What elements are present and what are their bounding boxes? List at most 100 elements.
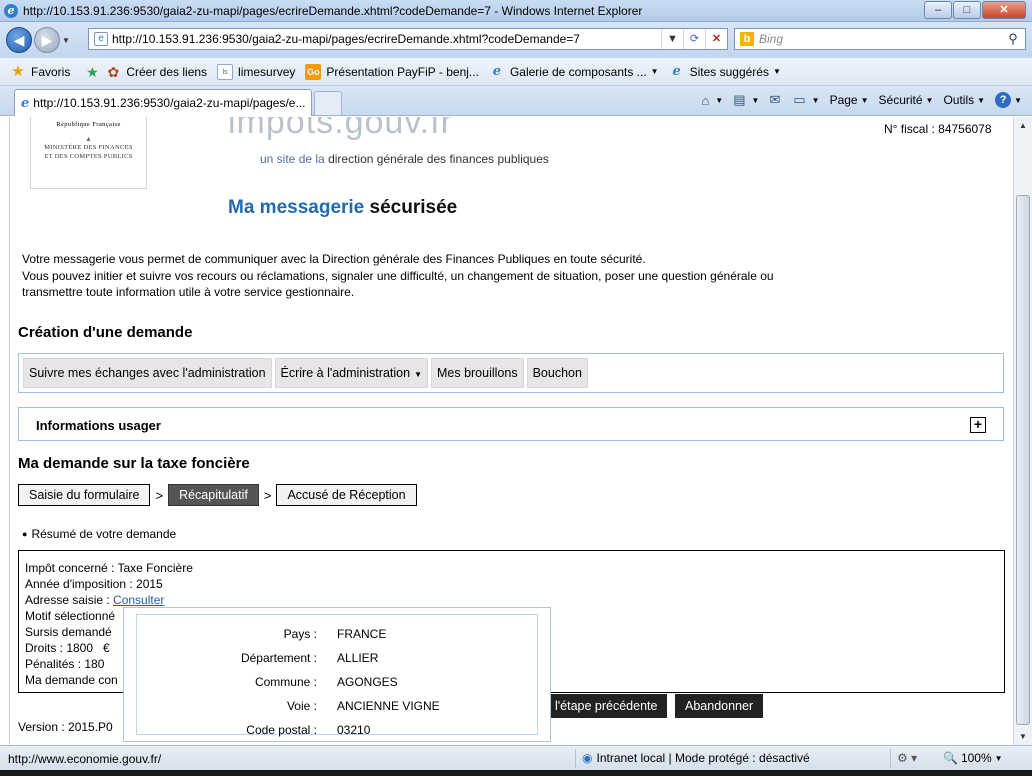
maximize-button[interactable]: □	[953, 1, 981, 19]
page-icon: e	[94, 32, 108, 46]
page-left-edge	[0, 117, 10, 745]
nav-suivre-echanges[interactable]: Suivre mes échanges avec l'administratio…	[23, 358, 272, 388]
popup-row-commune: Commune : AGONGES	[137, 670, 537, 694]
zoom-control[interactable]: 🔍 100% ▼	[943, 751, 1003, 765]
intro-text: Votre messagerie vous permet de communiq…	[22, 251, 922, 301]
favorite-item-creer-liens[interactable]: ★ ✿ Créer des liens	[84, 64, 207, 80]
abandon-button[interactable]: Abandonner	[675, 694, 764, 718]
security-menu[interactable]: Sécurité ▼	[879, 93, 934, 107]
scroll-down-icon[interactable]: ▼	[1014, 728, 1032, 745]
previous-step-button[interactable]: l'étape précédente	[545, 694, 668, 718]
zone-label: Intranet local | Mode protégé : désactiv…	[596, 751, 810, 765]
popup-value: AGONGES	[337, 675, 398, 689]
chevron-down-icon: ▼	[860, 95, 869, 105]
print-button[interactable]: ▭ ▼	[793, 92, 819, 108]
tab-current[interactable]: e http://10.153.91.236:9530/gaia2-zu-map…	[14, 89, 312, 116]
address-url[interactable]: http://10.153.91.236:9530/gaia2-zu-mapi/…	[112, 32, 661, 46]
step-separator: >	[155, 487, 164, 503]
window-controls: – □ ✕	[924, 1, 1026, 19]
chevron-down-icon: ▼	[1014, 95, 1022, 105]
ie-page-icon: e	[21, 95, 30, 111]
flame-icon: ▴	[86, 134, 91, 143]
close-window-button[interactable]: ✕	[982, 1, 1026, 19]
help-icon: ?	[995, 92, 1012, 108]
popup-key: Commune :	[254, 675, 317, 689]
favorite-item-limesurvey[interactable]: ls limesurvey	[217, 63, 295, 80]
popup-key: Code postal :	[246, 723, 317, 737]
popup-key: Pays :	[283, 627, 317, 641]
history-dropdown-icon[interactable]: ▼	[62, 36, 72, 45]
window-titlebar: e http://10.153.91.236:9530/gaia2-zu-map…	[0, 0, 1032, 22]
nav-mes-brouillons[interactable]: Mes brouillons	[430, 358, 524, 388]
chevron-down-icon: ▼	[772, 67, 781, 76]
favorite-item-galerie[interactable]: e Galerie de composants ... ▼	[489, 64, 659, 80]
search-icon[interactable]: ⚲	[1001, 31, 1025, 47]
gear-icon: ✿	[107, 63, 120, 80]
address-popup: Pays : FRANCE Département : ALLIER Commune…	[123, 607, 551, 742]
address-dropdown-icon[interactable]: ▼	[661, 29, 683, 49]
fiscal-number: N° fiscal : 84756078	[884, 122, 992, 136]
refresh-icon[interactable]: ⟳	[683, 29, 705, 49]
expand-plus-icon[interactable]: +	[970, 417, 986, 433]
vertical-scrollbar[interactable]: ▲ ▼	[1013, 117, 1032, 745]
help-menu[interactable]: ? ▼	[995, 92, 1022, 108]
window-title: http://10.153.91.236:9530/gaia2-zu-mapi/…	[23, 3, 643, 18]
popup-key: Département :	[240, 651, 317, 665]
step-recapitulatif[interactable]: Récapitulatif	[168, 484, 259, 506]
step-separator: >	[263, 487, 272, 503]
tools-menu[interactable]: Outils ▼	[943, 93, 985, 107]
site-brand: impots.gouv.fr	[228, 117, 454, 141]
status-url: http://www.economie.gouv.fr/	[8, 752, 162, 766]
protected-mode-icon[interactable]: ⚙ ▾	[897, 751, 917, 765]
search-field[interactable]: b Bing ⚲	[734, 28, 1026, 50]
ie-logo-icon: e	[4, 3, 18, 18]
step-saisie[interactable]: Saisie du formulaire	[18, 484, 151, 506]
add-favorite-icon[interactable]: ★	[84, 64, 100, 80]
chevron-down-icon: ▼	[925, 95, 934, 105]
demande-heading: Ma demande sur la taxe foncière	[18, 455, 250, 472]
site-tagline: un site de la direction générale des fin…	[260, 152, 549, 166]
security-zone[interactable]: ◉ Intranet local | Mode protégé : désact…	[582, 751, 810, 765]
nav-label: Bouchon	[532, 366, 582, 380]
address-field[interactable]: e http://10.153.91.236:9530/gaia2-zu-map…	[88, 28, 728, 50]
consulter-link[interactable]: Consulter	[113, 593, 164, 607]
rss-icon: ▤	[733, 92, 746, 107]
page-menu[interactable]: Page ▼	[830, 93, 869, 107]
star-icon: ★	[11, 62, 25, 80]
popup-row-code-postal: Code postal : 03210	[137, 718, 537, 742]
search-placeholder[interactable]: Bing	[759, 32, 1001, 46]
informations-usager-panel[interactable]: Informations usager +	[18, 407, 1004, 441]
step-accuse-reception[interactable]: Accusé de Réception	[276, 484, 417, 506]
zoom-label: 100%	[960, 751, 992, 765]
creation-heading: Création d'une demande	[18, 324, 193, 341]
forward-button[interactable]: ▶	[34, 27, 60, 53]
stop-icon[interactable]: ✕	[705, 29, 727, 49]
tools-menu-label: Outils	[943, 93, 975, 107]
home-button[interactable]: ⌂ ▼	[701, 93, 723, 108]
printer-icon: ▭	[793, 92, 806, 107]
summary-adresse: Adresse saisie : Consulter	[25, 592, 193, 608]
favorite-item-sites-suggeres[interactable]: e Sites suggérés ▼	[669, 64, 781, 80]
favorite-item-payfip[interactable]: Go Présentation PayFiP - benj...	[305, 63, 479, 80]
intro-line: Votre messagerie vous permet de communiq…	[22, 252, 646, 266]
page-menu-label: Page	[829, 93, 858, 107]
minimize-button[interactable]: –	[924, 1, 952, 19]
marianne-logo: République Française ▴ MINISTÈRE DES FIN…	[30, 117, 147, 189]
favorites-button[interactable]: ★ Favoris	[10, 62, 70, 80]
mail-icon: ✉	[769, 92, 781, 107]
scrollbar-thumb[interactable]	[1016, 195, 1030, 725]
mail-button[interactable]: ✉	[769, 92, 783, 108]
back-button[interactable]: ◀	[6, 27, 32, 53]
scroll-up-icon[interactable]: ▲	[1014, 117, 1032, 134]
command-bar: ⌂ ▼ ▤ ▼ ✉ ▭ ▼ Page ▼ Sécurité ▼ Outils ▼ ? ▼	[691, 92, 1022, 108]
page-viewport: République Française ▴ MINISTÈRE DES FIN…	[0, 117, 1032, 745]
feeds-button[interactable]: ▤ ▼	[733, 92, 759, 108]
ie-page-icon: e	[492, 63, 502, 79]
nav-ecrire-administration[interactable]: Écrire à l'administration ▼	[274, 358, 428, 388]
page-title-part2: sécurisée	[369, 197, 458, 218]
favorite-label: Sites suggérés	[689, 64, 769, 79]
bing-icon: b	[740, 32, 754, 46]
new-tab-button[interactable]	[314, 91, 342, 115]
nav-bouchon[interactable]: Bouchon	[526, 358, 588, 388]
globe-icon: ◉	[582, 751, 593, 765]
